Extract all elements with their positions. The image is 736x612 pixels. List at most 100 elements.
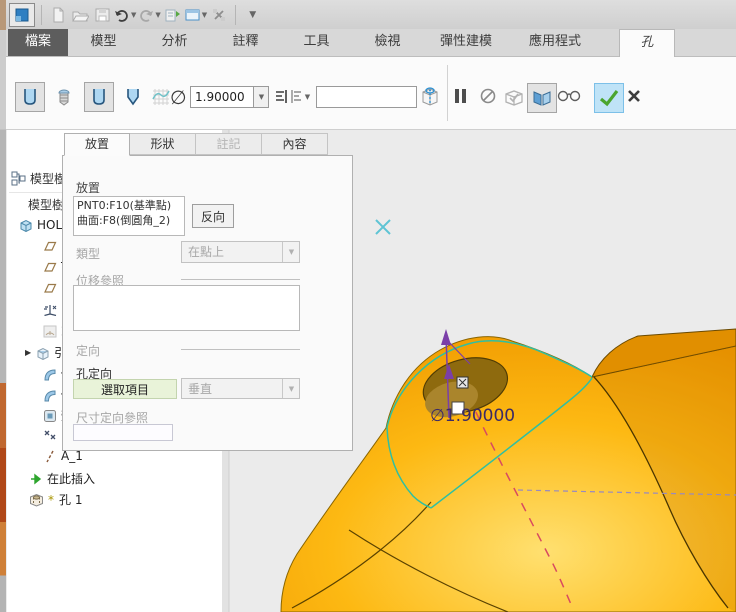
simple-hole-icon: [20, 87, 40, 107]
dim-orientation-field[interactable]: [73, 424, 173, 441]
model-tree-filter[interactable]: 模型樹: [28, 196, 64, 213]
placement-references-list[interactable]: PNT0:F10(基準點) 曲面:F8(倒圓角_2): [73, 196, 185, 236]
hole-dashboard-toolbar: ∅ ▼ ▼: [0, 57, 736, 130]
csys-icon: [43, 303, 57, 316]
panel-tab-note: 註記: [196, 133, 262, 155]
depth-option-button[interactable]: ▼: [272, 84, 312, 110]
flip-button[interactable]: 反向: [192, 204, 234, 228]
ribbon-tab-bar: 檔案 模型 分析 註釋 工具 檢視 彈性建模 應用程式 孔: [0, 29, 736, 57]
tree-item-insert-here[interactable]: 在此插入: [29, 470, 95, 487]
modified-star: *: [48, 493, 54, 507]
placement-panel-body: 放置 PNT0:F10(基準點) 曲面:F8(倒圓角_2) 反向 類型 在點上 …: [62, 155, 353, 451]
tab-annotate[interactable]: 註釋: [210, 29, 281, 56]
toolbar-options-button[interactable]: ▼: [242, 3, 262, 27]
tab-view[interactable]: 檢視: [352, 29, 423, 56]
regenerate-icon: [164, 7, 181, 23]
no-preview-icon: [479, 87, 497, 105]
close-window-button[interactable]: [209, 3, 229, 27]
undo-dropdown-arrow[interactable]: ▼: [131, 11, 136, 19]
depth-value-input[interactable]: [316, 86, 417, 108]
diameter-dimension-label[interactable]: ∅1.90000: [430, 406, 515, 426]
round-icon: [43, 388, 57, 402]
standard-hole-button[interactable]: [49, 82, 79, 112]
part-icon: [19, 218, 33, 232]
chevron-down-icon: ▼: [282, 379, 299, 398]
divider: [41, 5, 42, 25]
app-logo-icon: [14, 7, 30, 23]
orientation-label: 定向: [76, 342, 100, 359]
divider: [181, 349, 300, 350]
shaded-preview-button[interactable]: [527, 83, 557, 113]
left-edge-artifact: [0, 0, 6, 612]
regenerate-button[interactable]: [163, 3, 183, 27]
depth-option-icon: [274, 88, 304, 106]
placement-reference-secondary[interactable]: 曲面:F8(倒圓角_2): [77, 213, 181, 228]
check-icon: [598, 88, 620, 108]
tab-tools[interactable]: 工具: [281, 29, 352, 56]
extrude-icon: [36, 346, 50, 360]
tab-applications[interactable]: 應用程式: [509, 29, 601, 56]
panel-tab-placement[interactable]: 放置: [64, 133, 130, 156]
tab-hole[interactable]: 孔: [619, 29, 675, 57]
simple-hole-button[interactable]: [15, 82, 45, 112]
undo-button[interactable]: ▼: [114, 3, 136, 27]
tab-file[interactable]: 檔案: [8, 29, 68, 56]
windows-button[interactable]: ▼: [185, 3, 207, 27]
model-tree-title: 模型樹: [30, 170, 66, 187]
tab-analysis[interactable]: 分析: [139, 29, 210, 56]
tab-flexible-modeling[interactable]: 彈性建模: [423, 29, 509, 56]
sketch-icon: [43, 325, 57, 338]
shell-icon: [43, 409, 57, 423]
redo-dropdown-arrow[interactable]: ▼: [155, 11, 160, 19]
pause-button[interactable]: [452, 87, 468, 105]
verify-preview-button[interactable]: [499, 83, 529, 113]
flat-bottom-hole-button[interactable]: [84, 82, 114, 112]
v-bottom-hole-button[interactable]: [118, 82, 148, 112]
verify-wireframe-icon: [503, 88, 525, 108]
expand-arrow-icon[interactable]: ▶: [25, 348, 31, 357]
lightweight-hole-button[interactable]: [419, 85, 441, 109]
model-tree-header[interactable]: 模型樹: [11, 170, 66, 187]
open-folder-icon: [72, 7, 89, 23]
offset-references-list[interactable]: [73, 285, 300, 331]
panel-tab-bar: 放置 形狀 註記 內容: [64, 133, 328, 155]
divider: [235, 5, 236, 25]
diameter-dropdown[interactable]: ▼: [254, 86, 269, 108]
v-bottom-hole-icon: [123, 87, 143, 107]
save-icon: [95, 7, 110, 23]
tree-item-hole-1[interactable]: * 孔 1: [29, 491, 82, 508]
select-items-field[interactable]: 選取項目: [73, 379, 177, 399]
points-icon: [43, 429, 57, 442]
redo-button[interactable]: ▼: [138, 3, 160, 27]
cancel-x-icon: [626, 88, 642, 104]
divider: [181, 279, 300, 280]
app-logo-button[interactable]: [9, 3, 35, 27]
tab-model[interactable]: 模型: [68, 29, 139, 56]
save-button[interactable]: [92, 3, 112, 27]
tree-item-axis[interactable]: A_1: [43, 449, 83, 463]
placement-reference-primary[interactable]: PNT0:F10(基準點): [77, 198, 181, 213]
shaded-preview-icon: [531, 88, 553, 108]
placement-section-label: 放置: [76, 179, 100, 196]
depth-handle[interactable]: [457, 377, 468, 388]
tree-item-extrude[interactable]: ▶ 引: [25, 344, 66, 361]
application-window: ▼ ▼ ▼: [0, 0, 736, 612]
tree-item-label: A_1: [61, 449, 83, 463]
depth-dropdown-arrow[interactable]: ▼: [305, 93, 310, 101]
panel-tab-properties[interactable]: 內容: [262, 133, 328, 155]
windows-dropdown-arrow[interactable]: ▼: [202, 11, 207, 19]
panel-tab-shape[interactable]: 形狀: [130, 133, 196, 155]
type-dropdown: 在點上 ▼: [181, 241, 300, 263]
diameter-symbol: ∅: [170, 87, 187, 109]
insert-here-icon: [29, 473, 43, 485]
ok-button[interactable]: [594, 83, 624, 113]
threaded-hole-icon: [54, 87, 74, 107]
cancel-button[interactable]: [626, 88, 642, 104]
diameter-input[interactable]: [190, 86, 254, 108]
new-button[interactable]: [48, 3, 68, 27]
open-button[interactable]: [70, 3, 90, 27]
chevron-down-icon: ▼: [259, 93, 264, 101]
feature-preview-button[interactable]: [557, 87, 581, 103]
undo-icon: [114, 8, 130, 22]
no-preview-button[interactable]: [479, 87, 497, 105]
